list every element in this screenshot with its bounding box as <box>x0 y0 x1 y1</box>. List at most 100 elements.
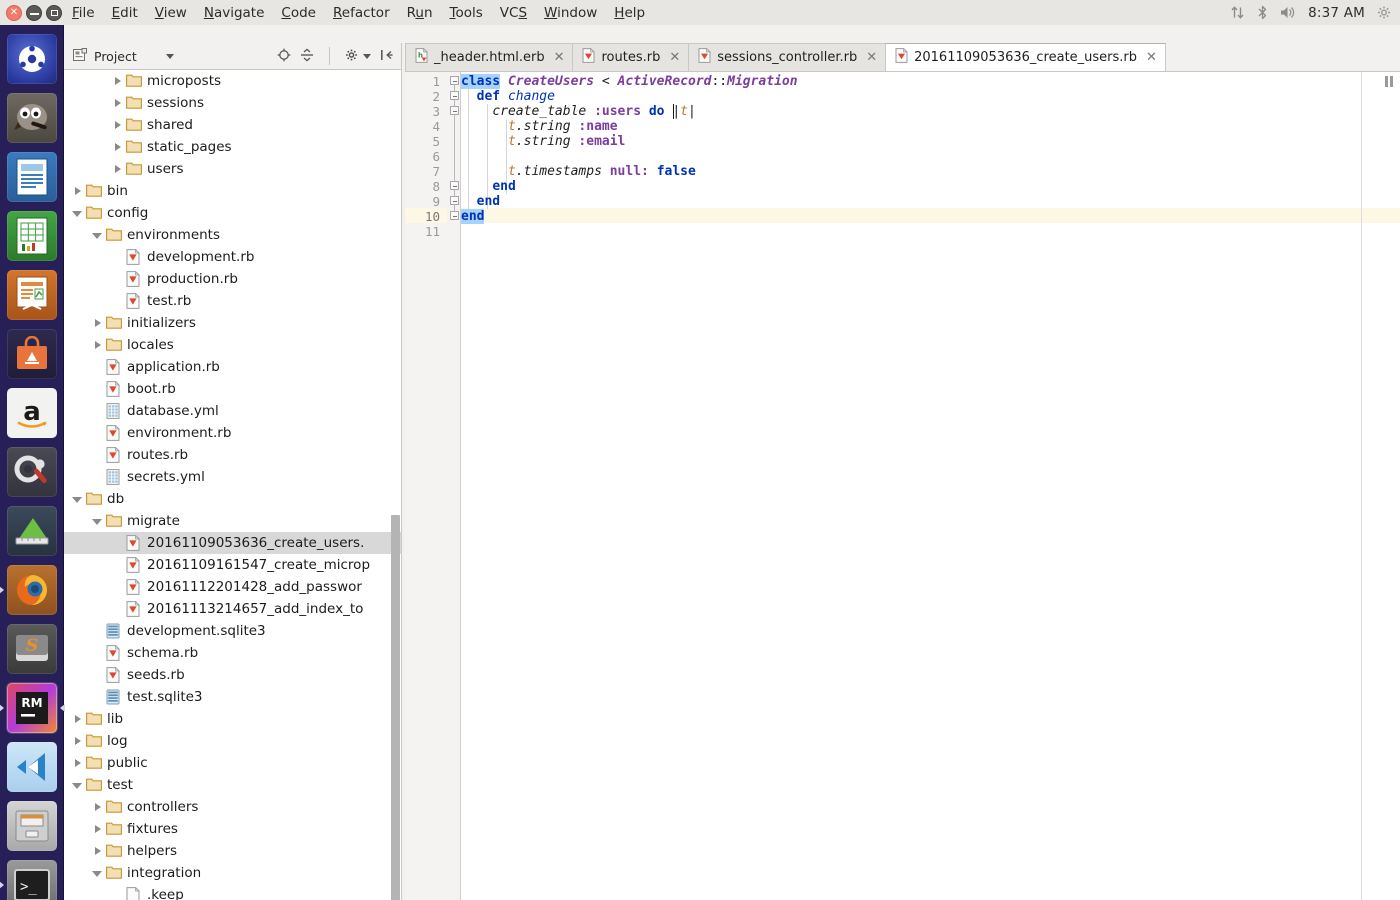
tree-item[interactable]: locales <box>64 334 401 356</box>
fold-toggle-icon[interactable] <box>450 196 459 205</box>
menu-item-window[interactable]: Window <box>542 3 599 23</box>
menu-item-help[interactable]: Help <box>612 3 647 23</box>
code-line[interactable]: def change <box>461 89 555 104</box>
tree-item[interactable]: helpers <box>64 840 401 862</box>
menu-item-vcs[interactable]: VCS <box>498 3 529 23</box>
launcher-libreoffice-writer-icon[interactable] <box>5 150 59 204</box>
chevron-right-icon[interactable] <box>72 758 83 769</box>
chevron-down-icon[interactable] <box>72 780 83 791</box>
fold-toggle-icon[interactable] <box>450 76 459 85</box>
collapse-all-icon[interactable] <box>300 47 314 66</box>
launcher-vscode-icon[interactable] <box>5 740 59 794</box>
launcher-libreoffice-calc-icon[interactable] <box>5 209 59 263</box>
project-tree[interactable]: microposts sessions shared static_pages … <box>64 70 401 900</box>
code-line[interactable]: end <box>461 209 485 224</box>
locate-target-icon[interactable] <box>277 47 291 66</box>
volume-icon[interactable] <box>1280 5 1297 20</box>
maximize-window-button[interactable] <box>46 5 62 21</box>
tree-item[interactable]: production.rb <box>64 268 401 290</box>
launcher-files-icon[interactable] <box>5 799 59 853</box>
chevron-down-icon[interactable] <box>72 494 83 505</box>
chevron-right-icon[interactable] <box>112 142 123 153</box>
launcher-rubymine-icon[interactable]: RM <box>0 681 65 735</box>
tree-item[interactable]: 20161109053636_create_users. <box>64 532 401 554</box>
fold-toggle-icon[interactable] <box>450 211 459 220</box>
fold-toggle-icon[interactable] <box>450 91 459 100</box>
gear-dropdown-icon[interactable] <box>363 53 371 59</box>
chevron-down-icon[interactable] <box>92 516 103 527</box>
editor-tab[interactable]: sessions_controller.rb ✕ <box>688 43 887 71</box>
menu-item-code[interactable]: Code <box>279 3 318 23</box>
chevron-down-icon[interactable] <box>72 208 83 219</box>
tree-item[interactable]: controllers <box>64 796 401 818</box>
fold-toggle-icon[interactable] <box>450 181 459 190</box>
editor-tab[interactable]: 20161109053636_create_users.rb ✕ <box>885 43 1166 71</box>
chevron-right-icon[interactable] <box>72 714 83 725</box>
menu-item-edit[interactable]: Edit <box>110 3 140 23</box>
tree-item[interactable]: routes.rb <box>64 444 401 466</box>
fold-toggle-icon[interactable] <box>450 106 459 115</box>
close-icon[interactable]: ✕ <box>554 51 565 64</box>
project-view-tab[interactable]: Project <box>64 43 183 70</box>
tree-item[interactable]: 20161109161547_create_microp <box>64 554 401 576</box>
menu-item-navigate[interactable]: Navigate <box>202 3 267 23</box>
code-line[interactable]: class CreateUsers < ActiveRecord::Migrat… <box>461 74 798 89</box>
editor-tab[interactable]: routes.rb ✕ <box>572 43 690 71</box>
tree-item[interactable]: environment.rb <box>64 422 401 444</box>
launcher-amazon-icon[interactable]: a <box>5 386 59 440</box>
menu-item-run[interactable]: Run <box>405 3 435 23</box>
code-line[interactable]: t.timestamps null: false <box>461 164 696 179</box>
panel-splitter[interactable] <box>401 43 404 900</box>
tree-item[interactable]: .keep <box>64 884 401 900</box>
chevron-right-icon[interactable] <box>92 340 103 351</box>
line-number-gutter[interactable]: 1 2 3 4 5 6 7 8 9 10 11 <box>405 72 447 900</box>
close-icon[interactable]: ✕ <box>1146 51 1157 64</box>
chevron-right-icon[interactable] <box>72 736 83 747</box>
minimize-window-button[interactable] <box>26 5 42 21</box>
code-folding-gutter[interactable] <box>447 72 461 900</box>
code-line[interactable]: end <box>461 179 515 194</box>
code-line[interactable]: end <box>461 194 500 209</box>
chevron-right-icon[interactable] <box>112 120 123 131</box>
chevron-right-icon[interactable] <box>92 318 103 329</box>
tree-item[interactable]: 20161112201428_add_passwor <box>64 576 401 598</box>
tree-item[interactable]: development.rb <box>64 246 401 268</box>
close-window-button[interactable]: ✕ <box>6 5 22 21</box>
tree-item[interactable]: test.sqlite3 <box>64 686 401 708</box>
chevron-right-icon[interactable] <box>112 98 123 109</box>
tree-item[interactable]: config <box>64 202 401 224</box>
launcher-terminal-icon[interactable]: >_ <box>0 858 59 900</box>
launcher-system-settings-icon[interactable] <box>5 445 59 499</box>
clock-time[interactable]: 8:37 AM <box>1308 5 1365 21</box>
code-text[interactable]: class CreateUsers < ActiveRecord::Migrat… <box>461 72 1400 900</box>
chevron-down-icon[interactable] <box>92 868 103 879</box>
code-line[interactable]: create_table :users do |t| <box>461 104 696 119</box>
tree-item[interactable]: database.yml <box>64 400 401 422</box>
chevron-right-icon[interactable] <box>92 824 103 835</box>
tree-item[interactable]: fixtures <box>64 818 401 840</box>
tree-item[interactable]: migrate <box>64 510 401 532</box>
tree-item[interactable]: db <box>64 488 401 510</box>
close-icon[interactable]: ✕ <box>669 51 680 64</box>
launcher-gimp-icon[interactable] <box>5 91 59 145</box>
tree-item[interactable]: users <box>64 158 401 180</box>
menu-item-refactor[interactable]: Refactor <box>331 3 392 23</box>
launcher-geany-icon[interactable] <box>5 504 59 558</box>
analysis-paused-icon[interactable] <box>1385 76 1393 87</box>
menu-item-file[interactable]: File <box>70 3 97 23</box>
system-gear-icon[interactable] <box>1376 5 1392 20</box>
tree-item[interactable]: static_pages <box>64 136 401 158</box>
hide-panel-icon[interactable] <box>380 47 394 66</box>
tree-item[interactable]: test <box>64 774 401 796</box>
tree-item[interactable]: application.rb <box>64 356 401 378</box>
tree-item[interactable]: lib <box>64 708 401 730</box>
tree-item[interactable]: public <box>64 752 401 774</box>
code-line[interactable]: t.string :email <box>461 134 625 149</box>
tree-item[interactable]: test.rb <box>64 290 401 312</box>
tree-item[interactable]: boot.rb <box>64 378 401 400</box>
code-editor[interactable]: 1 2 3 4 5 6 7 8 9 10 11 class CreateUsers < Active… <box>405 72 1400 900</box>
close-icon[interactable]: ✕ <box>866 51 877 64</box>
tree-item[interactable]: log <box>64 730 401 752</box>
chevron-right-icon[interactable] <box>72 186 83 197</box>
chevron-down-icon[interactable] <box>92 230 103 241</box>
